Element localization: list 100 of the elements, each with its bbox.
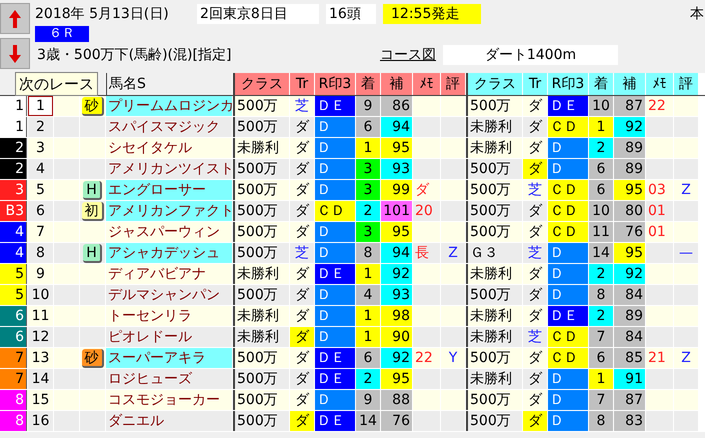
finish-cell: 6: [356, 348, 380, 368]
horse-tag: 砂: [82, 96, 104, 116]
memo-cell: 22: [646, 96, 673, 116]
frame-cell: 8: [0, 390, 27, 410]
score-cell: 98: [381, 306, 412, 326]
horse-number-cell: 4: [28, 159, 53, 179]
class-cell: 500万: [233, 348, 289, 368]
class-cell: 500万: [233, 411, 289, 431]
frame-cell: 2: [0, 159, 27, 179]
track-cell: ダ: [290, 138, 314, 158]
horse-name-cell: ダニエル: [106, 411, 232, 431]
track-cell: ダ: [290, 222, 314, 242]
horse-number-cell: 7: [28, 222, 53, 242]
column-header: R印3: [315, 73, 355, 95]
rating-cell: Ｄ: [315, 117, 355, 137]
track-cell: ダ: [523, 390, 547, 410]
class-cell: 500万: [233, 285, 289, 305]
finish-cell: 4: [356, 285, 380, 305]
rating-mark-cell: Z: [441, 243, 465, 263]
horse-name-cell: アメリカンファクト: [106, 201, 232, 221]
rating-cell: Ｄ: [548, 369, 588, 389]
memo-cell: 20: [413, 201, 440, 221]
table-cell: [441, 222, 465, 242]
horse-number-cell: 16: [28, 411, 53, 431]
horse-name-cell: スーパーアキラ: [106, 348, 232, 368]
track-cell: ダ: [290, 264, 314, 284]
horse-number-cell: 11: [28, 306, 53, 326]
class-cell: 500万: [466, 411, 522, 431]
track-cell: ダ: [523, 117, 547, 137]
frame-cell: 6: [0, 306, 27, 326]
finish-cell: 2: [356, 369, 380, 389]
track-cell: ダ: [523, 369, 547, 389]
memo-cell: 22: [413, 348, 440, 368]
score-cell: 95: [614, 180, 645, 200]
score-cell: 92: [614, 264, 645, 284]
table-cell: [646, 390, 673, 410]
frame-cell: 5: [0, 285, 27, 305]
finish-cell: 14: [356, 411, 380, 431]
class-cell: 500万: [233, 159, 289, 179]
rating-cell: Ｄ: [548, 243, 588, 263]
table-cell: [646, 285, 673, 305]
table-cell: [413, 264, 440, 284]
score-cell: 87: [614, 96, 645, 116]
class-cell: 500万: [233, 390, 289, 410]
track-cell: ダ: [523, 222, 547, 242]
table-cell: [646, 138, 673, 158]
track-cell: 芝: [290, 96, 314, 116]
finish-cell: 10: [589, 96, 613, 116]
score-cell: 89: [614, 138, 645, 158]
class-cell: 500万: [233, 180, 289, 200]
table-cell: [80, 159, 105, 179]
horse-number-cell: 9: [28, 264, 53, 284]
column-header: クラス: [466, 73, 522, 95]
horse-number-cell: 12: [28, 327, 53, 347]
horse-number-cell: 2: [28, 117, 53, 137]
track-cell: 芝: [290, 243, 314, 263]
class-cell: 500万: [233, 222, 289, 242]
track-cell: ダ: [523, 411, 547, 431]
class-cell: 未勝利: [466, 138, 522, 158]
class-cell: 500万: [233, 243, 289, 263]
previous-race-button[interactable]: [0, 3, 30, 34]
tooltip: 次のレース: [15, 72, 98, 96]
rating-mark-cell: —: [674, 243, 698, 263]
track-cell: ダ: [523, 348, 547, 368]
finish-cell: 2: [589, 306, 613, 326]
table-cell: [441, 327, 465, 347]
column-header: R印3: [548, 73, 588, 95]
rating-cell: Ｄ: [315, 390, 355, 410]
horse-tag: 初: [82, 202, 104, 220]
course-map-link[interactable]: コース図: [380, 44, 436, 66]
column-header: ﾒﾓ: [646, 73, 673, 95]
next-race-button[interactable]: [0, 38, 30, 69]
memo-cell: 01: [646, 201, 673, 221]
score-cell: 99: [381, 180, 412, 200]
rating-cell: Ｄ: [315, 243, 355, 263]
finish-cell: 1: [589, 117, 613, 137]
table-cell: [80, 327, 105, 347]
race-number: ６Ｒ: [35, 26, 89, 42]
class-cell: 未勝利: [466, 327, 522, 347]
score-cell: 94: [381, 243, 412, 263]
class-cell: 未勝利: [233, 138, 289, 158]
table-cell: [413, 327, 440, 347]
horse-name-cell: プリームムロジンカ: [106, 96, 232, 116]
horse-number-cell: 8: [28, 243, 53, 263]
table-cell: [646, 117, 673, 137]
score-cell: 88: [381, 390, 412, 410]
rating-cell: ＣＤ: [315, 201, 355, 221]
class-cell: 500万: [233, 117, 289, 137]
runners-field: 16頭: [326, 4, 376, 24]
horse-number-cell: 5: [28, 180, 53, 200]
table-cell: [674, 96, 698, 116]
score-cell: 95: [381, 138, 412, 158]
horse-name-cell: コスモジョーカー: [106, 390, 232, 410]
horse-tag: H: [83, 244, 102, 262]
score-cell: 92: [381, 264, 412, 284]
finish-cell: 3: [356, 222, 380, 242]
frame-cell: 7: [0, 348, 27, 368]
score-cell: 89: [614, 306, 645, 326]
frame-cell: 7: [0, 369, 27, 389]
finish-cell: 6: [589, 159, 613, 179]
